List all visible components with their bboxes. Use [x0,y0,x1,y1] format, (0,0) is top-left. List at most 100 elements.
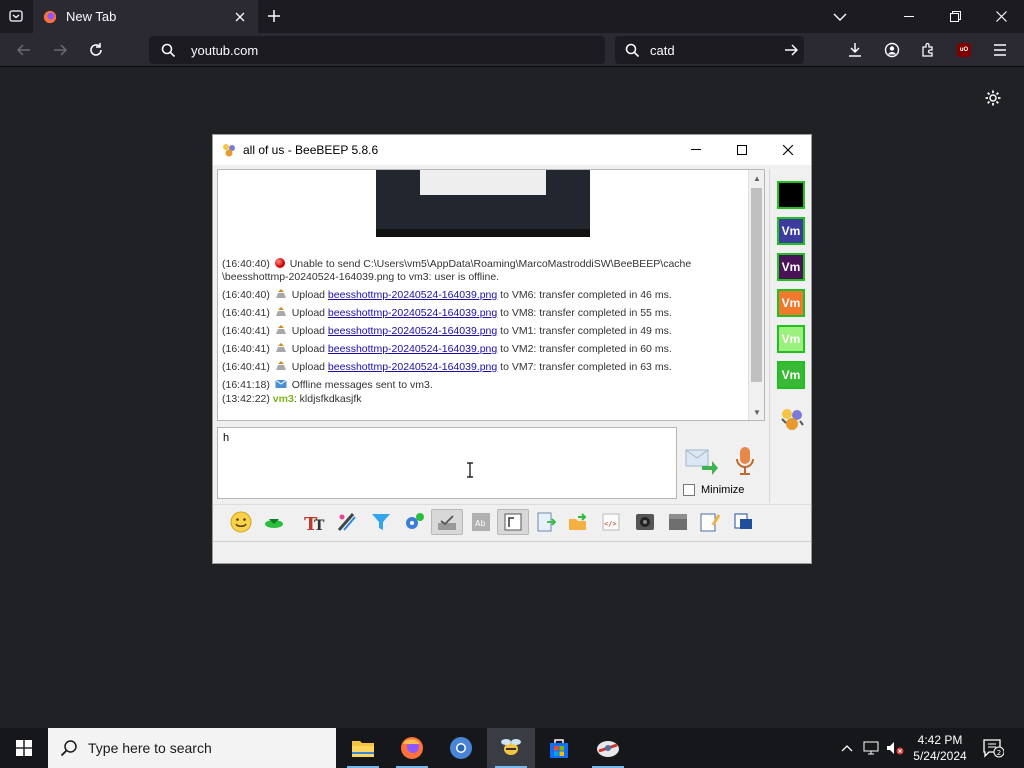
message-text: Upload [291,325,325,337]
beebeep-window-title: all of us - BeeBEEP 5.8.6 [243,143,379,157]
group-users-icon[interactable] [778,405,806,433]
chat-message: (16:40:41) Upload beesshottmp-20240524-1… [222,361,746,374]
user-avatar[interactable] [777,181,805,209]
expand-icon[interactable] [261,509,287,535]
screenshot-button[interactable] [431,509,463,535]
search-bar[interactable]: catd [615,36,804,64]
print-icon[interactable] [730,509,756,535]
archive-icon[interactable] [665,509,691,535]
extensions-icon[interactable] [915,37,941,63]
send-icon [685,449,718,475]
text-cursor-icon [467,462,473,478]
volume-muted-icon[interactable] [884,728,906,768]
message-time: (16:41:18) [222,379,270,391]
microsoft-store-icon[interactable] [535,728,583,768]
edit-note-icon[interactable] [697,509,723,535]
tab-new-tab[interactable]: New Tab [33,0,258,33]
user-list: Vm Vm Vm Vm Vm [769,169,811,503]
account-icon[interactable] [879,37,905,63]
file-link[interactable]: beesshottmp-20240524-164039.png [328,361,497,373]
back-icon[interactable] [11,37,37,63]
notifications-icon[interactable]: 2 [978,728,1008,768]
close-icon[interactable] [765,135,811,165]
beebeep-window: all of us - BeeBEEP 5.8.6 (16:40:40) Una… [212,134,812,564]
message-time: (16:40:40) [222,258,270,270]
send-file-icon[interactable] [565,509,591,535]
message-text: Upload [291,343,325,355]
url-bar[interactable]: youtub.com [149,36,605,64]
send-button[interactable] [683,443,719,479]
microphone-icon [736,447,754,475]
voice-message-button[interactable] [729,443,761,479]
gear-icon[interactable] [982,87,1004,109]
minimize-option[interactable]: Minimize [683,484,744,496]
filter-icon[interactable] [368,509,394,535]
reload-icon[interactable] [83,37,109,63]
chevron-down-icon[interactable] [817,0,863,33]
menu-icon[interactable] [987,37,1013,63]
taskbar-search[interactable]: Type here to search [48,728,336,768]
close-window-icon[interactable] [978,0,1024,33]
beebeep-titlebar[interactable]: all of us - BeeBEEP 5.8.6 [213,135,811,165]
minimize-checkbox[interactable] [683,484,695,496]
file-link[interactable]: beesshottmp-20240524-164039.png [328,343,497,355]
svg-text:T: T [314,518,325,533]
scroll-down-icon[interactable]: ▼ [749,404,764,420]
message-input[interactable]: h [217,427,677,499]
chromium-icon[interactable] [437,728,485,768]
file-link[interactable]: beesshottmp-20240524-164039.png [328,289,497,301]
emoticons-icon[interactable] [228,509,254,535]
file-link[interactable]: beesshottmp-20240524-164039.png [328,325,497,337]
beebeep-app-icon [223,144,235,157]
message-time: (16:40:41) [222,325,270,337]
note-button[interactable] [497,509,529,535]
settings-icon[interactable] [401,509,427,535]
message-text: Unable to send C:\Users\vm5\AppData\Roam… [289,258,692,270]
save-chat-icon[interactable] [533,509,559,535]
maximize-icon[interactable] [719,135,765,165]
font-icon[interactable]: TT [301,509,327,535]
chat-scrollbar[interactable]: ▲ ▼ [748,170,764,420]
close-tab-icon[interactable] [232,9,248,25]
chevron-up-icon[interactable] [838,728,856,768]
user-avatar[interactable]: Vm [777,253,805,281]
minimize-label: Minimize [701,484,745,496]
scroll-up-icon[interactable]: ▲ [749,170,764,186]
arrow-right-icon[interactable] [778,37,804,63]
message-text: to VM2: transfer completed in 60 ms. [500,343,672,355]
clock-time: 4:42 PM [917,733,963,747]
message-time: (16:40:41) [222,361,270,373]
minimize-icon[interactable] [673,135,719,165]
minimize-window-icon[interactable] [886,0,932,33]
error-icon [274,258,285,268]
scrollbar-thumb[interactable] [751,188,762,382]
user-avatar[interactable]: Vm [777,217,805,245]
file-explorer-icon[interactable] [339,728,387,768]
svg-text:Ab: Ab [475,519,486,528]
screenshot-thumbnail[interactable] [376,170,590,237]
camera-icon[interactable] [632,509,658,535]
windows-start-icon[interactable] [0,728,48,768]
code-icon[interactable]: </> [598,509,624,535]
font-color-icon[interactable] [334,509,360,535]
spell-check-icon[interactable]: Ab [468,509,494,535]
list-all-tabs-icon[interactable] [4,4,28,28]
chat-message: (16:40:41) Upload beesshottmp-20240524-1… [222,325,746,338]
new-tab-icon[interactable] [262,4,286,28]
message-list: (16:40:40) Unable to send C:\Users\vm5\A… [222,258,746,411]
user-avatar[interactable]: Vm [777,325,805,353]
clock[interactable]: 4:42 PM 5/24/2024 [910,732,970,764]
ublock-origin-icon[interactable]: uO [951,37,977,63]
file-link[interactable]: beesshottmp-20240524-164039.png [328,307,497,319]
downloads-icon[interactable] [842,37,868,63]
message-text: to VM7: transfer completed in 63 ms. [500,361,672,373]
user-avatar[interactable]: Vm [777,361,805,389]
user-avatar[interactable]: Vm [777,289,805,317]
app-icon[interactable] [584,728,632,768]
beebeep-taskbar-icon[interactable] [487,728,535,768]
forward-icon[interactable] [47,37,73,63]
firefox-icon[interactable] [388,728,436,768]
network-icon[interactable] [860,728,882,768]
chat-history[interactable]: (16:40:40) Unable to send C:\Users\vm5\A… [217,169,765,421]
restore-window-icon[interactable] [932,0,978,33]
